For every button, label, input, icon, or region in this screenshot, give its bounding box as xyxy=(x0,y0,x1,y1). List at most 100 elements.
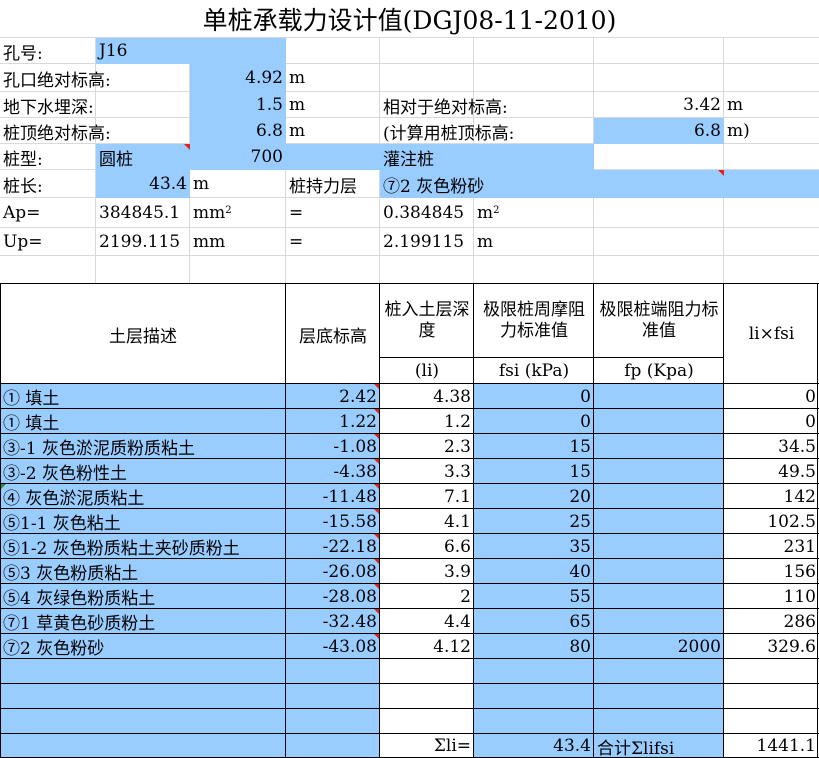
li-fsi[interactable]: 156 xyxy=(724,559,819,584)
type-label[interactable]: 桩型: xyxy=(0,144,96,170)
end-resistance[interactable] xyxy=(594,409,724,434)
bottom-elevation[interactable] xyxy=(286,659,380,684)
end-resistance[interactable] xyxy=(594,709,724,734)
end-resistance[interactable] xyxy=(594,484,724,509)
bottom-elevation[interactable]: -1.08 xyxy=(286,434,380,459)
total-label[interactable]: 合计Σlifsi xyxy=(594,734,724,758)
up-value[interactable]: 2199.115 xyxy=(96,228,190,256)
layer-depth[interactable] xyxy=(380,659,474,684)
subheader-fp[interactable]: fp (Kpa) xyxy=(594,358,724,384)
bottom-elevation[interactable]: -15.58 xyxy=(286,509,380,534)
end-resistance[interactable] xyxy=(594,659,724,684)
side-friction[interactable]: 0 xyxy=(474,384,594,409)
layer-depth[interactable]: 1.2 xyxy=(380,409,474,434)
rel-unit[interactable]: m xyxy=(724,92,819,118)
header-fsi[interactable]: 极限桩周摩阻力标准值 xyxy=(474,284,594,358)
side-friction[interactable]: 0 xyxy=(474,409,594,434)
up-value-m[interactable]: 2.199115 xyxy=(380,228,474,256)
bottom-elevation[interactable]: 1.22 xyxy=(286,409,380,434)
soil-description[interactable] xyxy=(0,734,286,758)
end-resistance[interactable] xyxy=(594,534,724,559)
top-value[interactable]: 6.8 xyxy=(190,118,286,144)
type-method[interactable]: 灌注桩 xyxy=(380,144,594,170)
up-equals[interactable]: = xyxy=(286,228,380,256)
subheader-fsi[interactable]: fsi (kPa) xyxy=(474,358,594,384)
soil-description[interactable]: ⑤3 灰色粉质粘土 xyxy=(0,559,286,584)
soil-description[interactable] xyxy=(0,709,286,734)
ap-unit-m2[interactable]: m2 xyxy=(474,198,594,228)
ap-value[interactable]: 384845.1 xyxy=(96,198,190,228)
bottom-elevation[interactable] xyxy=(286,734,380,758)
side-friction[interactable]: 35 xyxy=(474,534,594,559)
side-friction[interactable]: 15 xyxy=(474,459,594,484)
len-value[interactable]: 43.4 xyxy=(96,170,190,198)
end-resistance[interactable]: 2000 xyxy=(594,634,724,659)
soil-description[interactable] xyxy=(0,659,286,684)
end-resistance[interactable] xyxy=(594,384,724,409)
hole-label[interactable]: 孔号: xyxy=(0,38,96,64)
calc-label[interactable]: (计算用桩顶标高: xyxy=(380,118,594,144)
side-friction[interactable]: 25 xyxy=(474,509,594,534)
side-friction[interactable]: 20 xyxy=(474,484,594,509)
soil-description[interactable]: ⑦2 灰色粉砂 xyxy=(0,634,286,659)
header-soil-description[interactable]: 土层描述 xyxy=(0,284,286,384)
li-fsi[interactable] xyxy=(724,709,819,734)
type-blank[interactable] xyxy=(286,144,380,170)
gw-value[interactable]: 1.5 xyxy=(190,92,286,118)
bearing-label[interactable]: 桩持力层 xyxy=(286,170,380,198)
rel-label[interactable]: 相对于绝对标高: xyxy=(380,92,594,118)
layer-depth[interactable] xyxy=(380,684,474,709)
layer-depth[interactable]: 3.9 xyxy=(380,559,474,584)
soil-description[interactable]: ① 填土 xyxy=(0,384,286,409)
elev-unit[interactable]: m xyxy=(286,64,380,92)
calc-value[interactable]: 6.8 xyxy=(594,118,724,144)
rel-value[interactable]: 3.42 xyxy=(594,92,724,118)
header-fp[interactable]: 极限桩端阻力标准值 xyxy=(594,284,724,358)
layer-depth[interactable] xyxy=(380,709,474,734)
total-value[interactable]: 1441.1 xyxy=(724,734,819,758)
li-fsi[interactable]: 231 xyxy=(724,534,819,559)
layer-depth[interactable]: 3.3 xyxy=(380,459,474,484)
end-resistance[interactable] xyxy=(594,459,724,484)
header-li-fsi[interactable]: li×fsi xyxy=(724,284,819,384)
end-resistance[interactable] xyxy=(594,559,724,584)
bearing-blank[interactable] xyxy=(724,170,819,198)
ap-unit[interactable]: mm 2 xyxy=(190,198,286,228)
side-friction[interactable]: 80 xyxy=(474,634,594,659)
end-resistance[interactable] xyxy=(594,584,724,609)
li-fsi[interactable]: 49.5 xyxy=(724,459,819,484)
li-fsi[interactable]: 0 xyxy=(724,409,819,434)
bottom-elevation[interactable]: -26.08 xyxy=(286,559,380,584)
li-fsi[interactable] xyxy=(724,684,819,709)
side-friction[interactable] xyxy=(474,684,594,709)
li-fsi[interactable]: 110 xyxy=(724,584,819,609)
type-diameter[interactable]: 700 xyxy=(190,144,286,170)
layer-depth[interactable]: 6.6 xyxy=(380,534,474,559)
li-fsi[interactable]: 142 xyxy=(724,484,819,509)
end-resistance[interactable] xyxy=(594,684,724,709)
ap-equals[interactable]: = xyxy=(286,198,380,228)
type-value[interactable]: 圆桩 xyxy=(96,144,190,170)
ap-label[interactable]: Ap= xyxy=(0,198,96,228)
sum-li-label[interactable]: Σli= xyxy=(380,734,474,758)
len-unit[interactable]: m xyxy=(190,170,286,198)
soil-description[interactable]: ⑦1 草黄色砂质粉土 xyxy=(0,609,286,634)
elev-value[interactable]: 4.92 xyxy=(190,64,286,92)
soil-description[interactable]: ③-2 灰色粉性土 xyxy=(0,459,286,484)
end-resistance[interactable] xyxy=(594,609,724,634)
layer-depth[interactable]: 4.12 xyxy=(380,634,474,659)
calc-unit[interactable]: m) xyxy=(724,118,819,144)
hole-value[interactable]: J16 xyxy=(96,38,286,64)
side-friction[interactable]: 65 xyxy=(474,609,594,634)
bottom-elevation[interactable]: -28.08 xyxy=(286,584,380,609)
gw-unit[interactable]: m xyxy=(286,92,380,118)
end-resistance[interactable] xyxy=(594,509,724,534)
subheader-depth[interactable]: (li) xyxy=(380,358,474,384)
li-fsi[interactable] xyxy=(724,659,819,684)
li-fsi[interactable]: 102.5 xyxy=(724,509,819,534)
sheet-title[interactable]: 单桩承载力设计值(DGJ08-11-2010) xyxy=(0,0,819,38)
side-friction[interactable] xyxy=(474,659,594,684)
bottom-elevation[interactable]: -4.38 xyxy=(286,459,380,484)
len-label[interactable]: 桩长: xyxy=(0,170,96,198)
li-fsi[interactable]: 34.5 xyxy=(724,434,819,459)
